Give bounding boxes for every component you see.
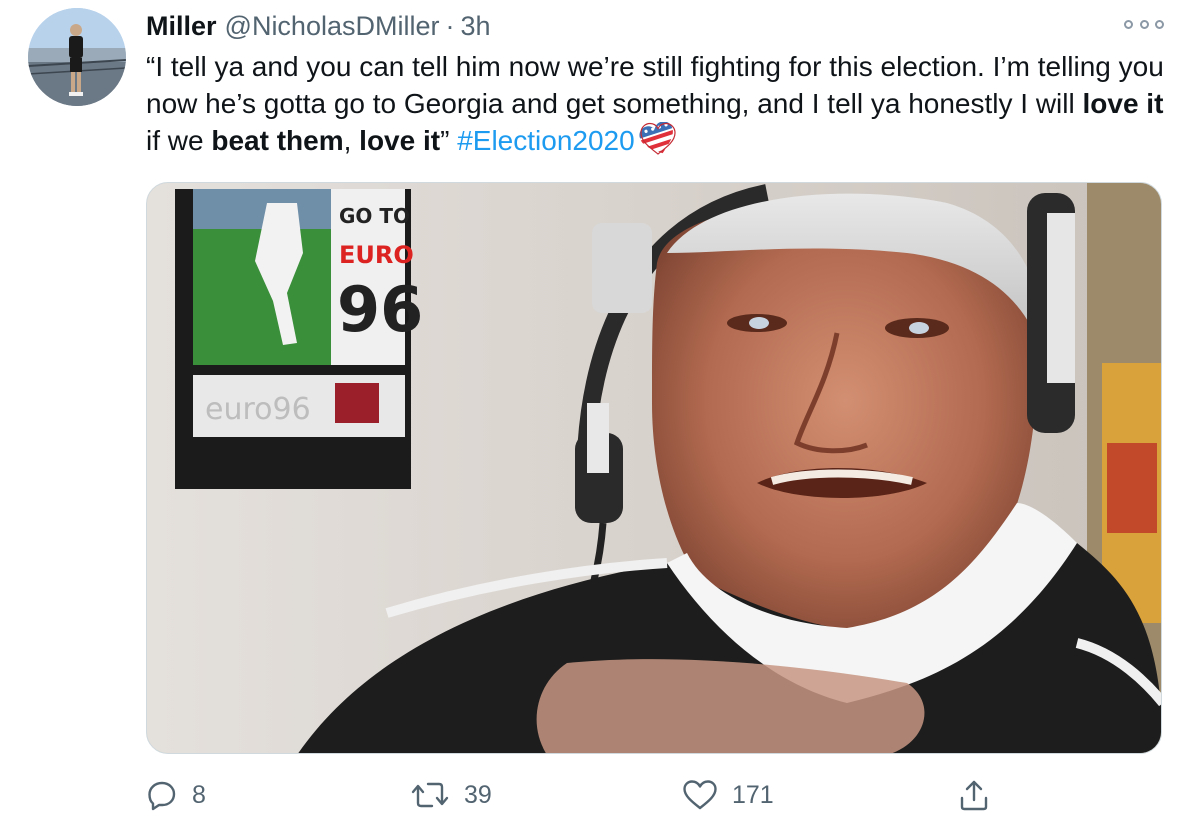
svg-text:euro96: euro96 (205, 392, 311, 427)
retweet-button[interactable]: 39 (410, 772, 492, 818)
author-name[interactable]: Miller (146, 11, 217, 42)
share-button[interactable] (958, 772, 990, 818)
tweet: Miller @NicholasDMiller · 3h “I tell ya … (0, 0, 1192, 832)
svg-text:96: 96 (337, 273, 423, 346)
reply-icon (146, 779, 178, 811)
like-button[interactable]: 171 (682, 772, 774, 818)
like-count: 171 (732, 780, 774, 809)
tweet-text-part: “I tell ya and you can tell him now we’r… (146, 51, 1164, 119)
tweet-text-part: , (343, 125, 360, 156)
tweet-text-part: ” (440, 125, 458, 156)
retweet-count: 39 (464, 780, 492, 809)
retweet-icon (410, 779, 450, 811)
reply-count: 8 (192, 780, 206, 809)
tweet-photo[interactable]: GO TO EURO 96 euro96 (146, 182, 1162, 754)
avatar[interactable] (28, 8, 126, 106)
tweet-text-bold: love it (1082, 88, 1164, 119)
header-separator: · (445, 10, 455, 41)
svg-text:EURO: EURO (339, 241, 414, 269)
tweet-text-part: if we (146, 125, 212, 156)
tweet-actions: 8 39 171 (146, 772, 1006, 818)
author-handle[interactable]: @NicholasDMiller (225, 11, 440, 42)
tweet-text-bold: beat them (211, 125, 344, 156)
heart-icon (682, 779, 718, 811)
svg-text:GO TO: GO TO (339, 204, 410, 228)
reply-button[interactable]: 8 (146, 772, 206, 818)
tweet-text-bold: love it (359, 125, 441, 156)
hashtag-link[interactable]: #Election2020 (457, 125, 634, 156)
share-icon (958, 778, 990, 812)
us-flag-heart-emoji (636, 119, 679, 159)
tweet-text: “I tell ya and you can tell him now we’r… (146, 48, 1176, 159)
tweet-timestamp[interactable]: 3h (460, 11, 490, 42)
tweet-header: Miller @NicholasDMiller · 3h (146, 8, 491, 44)
more-options-icon[interactable] (1124, 14, 1164, 34)
